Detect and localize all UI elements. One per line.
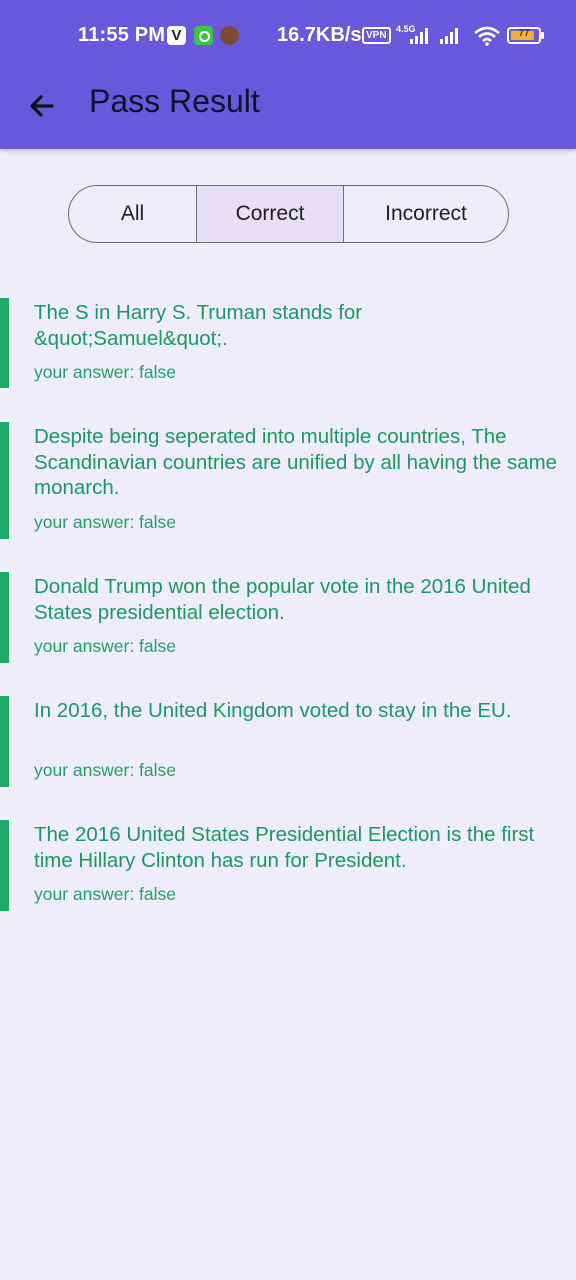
battery-icon: 77	[507, 27, 544, 44]
app-bar: Pass Result	[0, 72, 576, 149]
filter-all-button[interactable]: All	[69, 186, 196, 242]
answer-text: your answer: false	[34, 362, 177, 382]
result-item[interactable]: The 2016 United States Presidential Elec…	[0, 820, 576, 911]
correct-indicator	[0, 696, 9, 787]
signal-2-icon	[440, 28, 458, 44]
page-title: Pass Result	[89, 83, 260, 119]
vpn-icon: VPN	[362, 27, 391, 44]
notification-app-green-icon	[194, 26, 213, 45]
question-text: In 2016, the United Kingdom voted to sta…	[34, 699, 512, 722]
question-text: The S in Harry S. Truman stands for &quo…	[34, 301, 363, 350]
correct-indicator	[0, 298, 9, 388]
question-text: Donald Trump won the popular vote in the…	[34, 575, 531, 624]
answer-text: your answer: false	[34, 512, 177, 532]
answer-text: your answer: false	[34, 760, 177, 780]
notification-game-icon	[220, 26, 239, 45]
answer-text: your answer: false	[34, 884, 177, 904]
result-item[interactable]: The S in Harry S. Truman stands for &quo…	[0, 298, 576, 388]
wifi-icon	[474, 26, 500, 46]
notification-app-v-icon: V	[167, 26, 186, 45]
filter-correct-button[interactable]: Correct	[196, 186, 343, 242]
arrow-left-icon[interactable]	[22, 86, 62, 126]
correct-indicator	[0, 422, 9, 539]
result-item[interactable]: Donald Trump won the popular vote in the…	[0, 572, 576, 663]
signal-icon	[410, 28, 428, 44]
result-filter: All Correct Incorrect	[68, 185, 509, 243]
result-item[interactable]: Despite being seperated into multiple co…	[0, 422, 576, 539]
filter-incorrect-button[interactable]: Incorrect	[343, 186, 508, 242]
network-speed: 16.7KB/s	[277, 24, 362, 46]
question-text: Despite being seperated into multiple co…	[34, 425, 558, 499]
correct-indicator	[0, 572, 9, 663]
result-item[interactable]: In 2016, the United Kingdom voted to sta…	[0, 696, 576, 787]
battery-level: 77	[518, 28, 530, 39]
status-time: 11:55 PM	[78, 24, 166, 46]
correct-indicator	[0, 820, 9, 911]
question-text: The 2016 United States Presidential Elec…	[34, 823, 535, 872]
status-bar: 11:55 PM V 16.7KB/s VPN 4.5G 77	[0, 0, 576, 72]
answer-text: your answer: false	[34, 636, 177, 656]
